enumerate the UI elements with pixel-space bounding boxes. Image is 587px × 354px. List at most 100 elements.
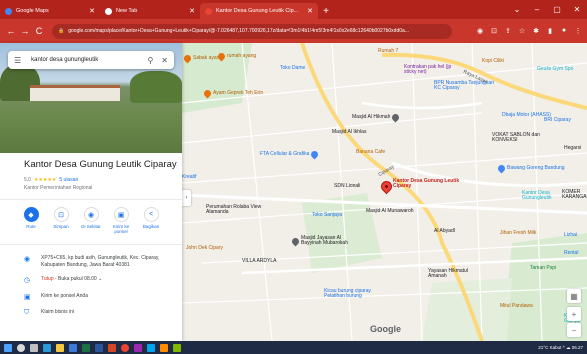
collapse-panel-button[interactable]: ‹ — [182, 190, 191, 206]
tab-new-tab[interactable]: New Tab ✕ — [100, 3, 200, 19]
map-place[interactable]: Masjid Al Munawaroh — [366, 208, 414, 214]
install-icon[interactable]: ⊡ — [489, 27, 499, 35]
map-place[interactable]: Yayasan Hikmatul Amanah — [428, 268, 484, 280]
map-place[interactable]: Sabak ayam — [182, 53, 221, 64]
map-place[interactable]: Ayam Geprek Teh Erin — [202, 88, 263, 99]
map-place[interactable]: Jihan Fresh Milk — [500, 230, 536, 236]
map-place[interactable]: Taman Pspi — [530, 265, 556, 271]
nearby-button[interactable]: ◉ Di Sekitar — [78, 207, 104, 235]
address-row[interactable]: ◉ XP75+C65, kp budi asih, Gunungleutik, … — [0, 255, 182, 269]
map-place[interactable]: Rental — [564, 250, 578, 256]
map-place[interactable]: Banana Cafe — [356, 149, 385, 155]
map-place[interactable]: BPR Nusamba Tanjungsari KC Ciparay — [434, 80, 498, 92]
app-icon[interactable] — [134, 343, 142, 352]
map-place[interactable]: Perumahan Rolaba View Alamanda — [206, 204, 264, 216]
map-place[interactable]: Kreatif — [182, 174, 196, 180]
windows-start-icon[interactable] — [4, 343, 12, 352]
app-icon[interactable] — [173, 343, 181, 352]
lock-icon[interactable]: 🔒 — [58, 28, 64, 34]
zoom-out-icon[interactable]: – — [567, 323, 581, 337]
tab-google-maps[interactable]: Google Maps ✕ — [0, 3, 100, 19]
map-place[interactable]: John Dek Cipary — [186, 245, 223, 251]
edge-icon[interactable] — [43, 343, 51, 352]
map-place[interactable]: BRI Ciparay — [544, 117, 571, 123]
app-icon[interactable] — [160, 343, 168, 352]
hamburger-menu-icon[interactable]: ☰ — [14, 56, 21, 65]
map-place[interactable]: Kicau burung ciparay Pelatihan burung — [324, 288, 388, 300]
map-place[interactable]: Toko Sanjaya — [312, 212, 342, 218]
map-place[interactable]: KOMER KARANGANYAR — [562, 189, 587, 201]
place-category[interactable]: Kantor Pemerintahan Regional — [24, 185, 92, 191]
close-tab-icon[interactable]: ✕ — [89, 7, 95, 15]
map-place[interactable]: Masjid Al Hikmah — [352, 112, 401, 123]
tab-kantor-desa[interactable]: Kantor Desa Gunung Leutik Cip... ✕ — [200, 3, 318, 19]
zoom-in-icon[interactable]: + — [567, 307, 581, 321]
menu-kebab-icon[interactable]: ⋮ — [573, 27, 583, 35]
map-place[interactable]: Masjid Jayasan Al Bayyinah Mubarokah — [290, 235, 354, 247]
bookmark-star-icon[interactable]: ☆ — [517, 27, 527, 35]
task-view-icon[interactable] — [30, 343, 38, 352]
address-bar[interactable]: 🔒 google.com/maps/place/Kantor+Desa+Gunu… — [52, 23, 452, 39]
map-place[interactable]: Hegarsi — [564, 145, 581, 151]
back-icon[interactable]: ← — [4, 26, 18, 36]
maximize-icon[interactable]: ▢ — [547, 0, 567, 19]
action-label: Rute — [26, 224, 36, 229]
app-icon[interactable] — [147, 343, 155, 352]
minimize-icon[interactable]: – — [527, 0, 547, 19]
hours-row[interactable]: ◷ Tutup · Buka pukul 08.00 ⌄ — [0, 276, 182, 284]
profile-icon[interactable]: ● — [559, 27, 569, 35]
map-place[interactable]: rumah ayang — [216, 51, 256, 62]
word-icon[interactable] — [95, 343, 103, 352]
map-place[interactable]: Kontrakan pak hel (jp sticky net) — [404, 64, 460, 76]
map-place[interactable]: Al Abyadl — [434, 228, 455, 234]
system-tray[interactable]: 21°C Kabut ^ ☁ 06.27 — [538, 345, 583, 351]
rating-value: 5,0 — [24, 177, 31, 183]
map-place[interactable]: Mitul Pandawa — [500, 303, 533, 309]
search-box[interactable]: ☰ kantor desa gunungleutik ⚲ ✕ — [8, 51, 174, 69]
map-place[interactable]: Geulis Gym Spo — [537, 66, 573, 72]
map-place[interactable]: Bawang Goreng Bandung — [496, 163, 565, 174]
share-icon[interactable]: ⇪ — [503, 27, 513, 35]
send-phone-row[interactable]: ▣ Kirim ke ponsel Anda — [0, 293, 182, 301]
map-place[interactable]: FTA Cellular & Grafika — [260, 149, 320, 160]
close-tab-icon[interactable]: ✕ — [307, 7, 313, 15]
map-place[interactable]: VILLA ARDYLA — [242, 258, 276, 264]
review-count-link[interactable]: 5 ulasan — [59, 177, 78, 183]
tab-search-icon[interactable]: ⌄ — [507, 0, 527, 19]
new-tab-button[interactable]: + — [318, 3, 334, 19]
claim-business-row[interactable]: ⛉ Klaim bisnis ini — [0, 309, 182, 316]
send-to-phone-button[interactable]: ▣ Kirim ke ponsel — [108, 207, 134, 235]
map-place[interactable]: Masjid Al Ikhlas — [332, 129, 366, 135]
chrome-icon[interactable] — [121, 343, 129, 352]
share-button[interactable]: < Bagikan — [138, 207, 164, 235]
route-button[interactable]: ◆ Rute — [18, 207, 44, 235]
file-explorer-icon[interactable] — [56, 343, 64, 352]
maps-favicon-icon — [5, 7, 12, 15]
layers-icon[interactable]: ▦ — [567, 289, 581, 303]
search-icon[interactable]: ⚲ — [147, 56, 153, 65]
map-place[interactable]: Lizhai — [564, 232, 577, 238]
excel-icon[interactable] — [82, 343, 90, 352]
map-canvas[interactable]: Sabak ayam rumah ayang Toko Dame Ayam Ge… — [182, 43, 587, 341]
close-tab-icon[interactable]: ✕ — [189, 7, 195, 15]
search-input[interactable]: kantor desa gunungleutik — [31, 57, 139, 63]
close-window-icon[interactable]: ✕ — [567, 0, 587, 19]
map-place[interactable]: Kopi Ciliki — [482, 58, 504, 64]
google-lens-icon[interactable]: ◉ — [475, 27, 485, 35]
forward-icon[interactable]: → — [18, 26, 32, 36]
reload-icon[interactable]: C — [32, 26, 46, 36]
chevron-down-icon[interactable]: ⌄ — [98, 276, 102, 282]
map-place[interactable]: SDN Lionali — [334, 183, 360, 189]
powerpoint-icon[interactable] — [108, 343, 116, 352]
extension-icon[interactable]: ✱ — [531, 27, 541, 35]
selected-place-label[interactable]: Kantor Desa Gunung Leutik Ciparay — [393, 178, 463, 190]
map-place[interactable]: Toko Dame — [280, 65, 305, 71]
map-place[interactable]: Rumah 7 — [378, 48, 398, 54]
close-icon[interactable]: ✕ — [161, 56, 168, 65]
map-place[interactable]: VOKAT SABLON dan KONVEKSI — [492, 132, 542, 144]
search-icon[interactable] — [17, 343, 25, 352]
sidebar-icon[interactable]: ▮ — [545, 27, 555, 35]
store-icon[interactable] — [69, 343, 77, 352]
verified-shield-icon: ⛉ — [24, 309, 30, 316]
save-button[interactable]: ⊡ Simpan — [48, 207, 74, 235]
